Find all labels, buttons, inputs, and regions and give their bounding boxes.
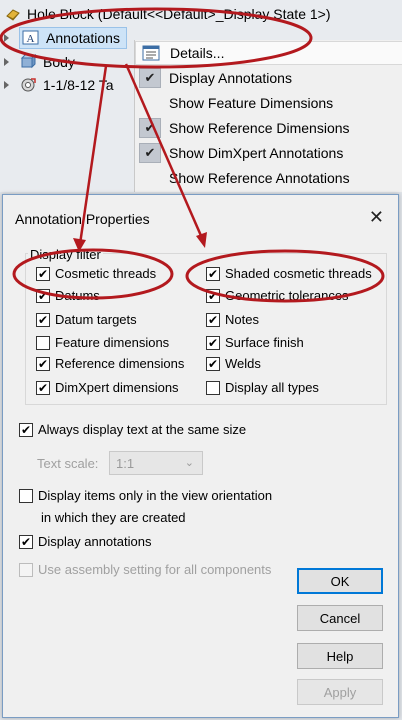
- tree-item-label: Body: [43, 54, 75, 70]
- checkbox-feature-dimensions[interactable]: Feature dimensions: [36, 335, 169, 350]
- checkbox-box[interactable]: ✔: [36, 312, 50, 327]
- tree-item-tap-hole[interactable]: 1-1/8-12 Ta: [4, 74, 114, 96]
- text-scale-select[interactable]: 1:1 ⌄: [109, 451, 203, 475]
- chevron-down-icon: ⌄: [184, 457, 194, 469]
- checkbox-label: Reference dimensions: [55, 356, 185, 371]
- apply-button[interactable]: Apply: [297, 679, 383, 705]
- checkbox-always-same-size[interactable]: ✔ Always display text at the same size: [19, 422, 246, 437]
- menu-item-show-feature-dimensions[interactable]: Show Feature Dimensions: [135, 91, 402, 115]
- checkbox-label: Surface finish: [225, 335, 304, 350]
- checkbox-view-orientation[interactable]: Display items only in the view orientati…: [19, 488, 272, 503]
- checkbox-box[interactable]: ✔: [19, 422, 33, 437]
- checkbox-box[interactable]: ✔: [36, 266, 50, 281]
- checkbox-box[interactable]: [19, 562, 33, 577]
- checkbox-shaded-cosmetic-threads[interactable]: ✔ Shaded cosmetic threads: [206, 266, 372, 281]
- menu-item-show-reference-dimensions[interactable]: ✔ Show Reference Dimensions: [135, 116, 402, 140]
- menu-item-display-annotations[interactable]: ✔ Display Annotations: [135, 66, 402, 90]
- checkbox-box[interactable]: ✔: [36, 380, 50, 395]
- checkbox-label: Feature dimensions: [55, 335, 170, 350]
- checkbox-view-orientation-line2: in which they are created: [41, 510, 186, 525]
- checkbox-box[interactable]: ✔: [206, 288, 220, 303]
- checkbox-notes[interactable]: ✔ Notes: [206, 312, 259, 327]
- tree-item-annotations-selected[interactable]: A Annotations: [19, 27, 127, 49]
- checkbox-label: Datum targets: [55, 312, 137, 327]
- menu-item-label: Show Feature Dimensions: [169, 95, 334, 111]
- menu-item-show-dimxpert-annotations[interactable]: ✔ Show DimXpert Annotations: [135, 141, 402, 165]
- annotation-properties-dialog: Annotation Properties ✕ Display filter ✔…: [2, 194, 399, 718]
- tree-item-annotations[interactable]: A Annotations: [4, 27, 127, 49]
- checkbox-datum-targets[interactable]: ✔ Datum targets: [36, 312, 137, 327]
- checkmark-icon: ✔: [139, 143, 161, 163]
- cancel-button[interactable]: Cancel: [297, 605, 383, 631]
- text-scale-label: Text scale:: [37, 456, 99, 471]
- display-filter-group: Display filter ✔ Cosmetic threads ✔ Datu…: [25, 247, 387, 405]
- checkbox-assembly-setting[interactable]: Use assembly setting for all components: [19, 562, 271, 577]
- part-icon: [4, 5, 22, 23]
- dialog-title: Annotation Properties: [15, 211, 150, 227]
- checkbox-box[interactable]: ✔: [36, 288, 50, 303]
- menu-item-details[interactable]: Details...: [135, 41, 402, 65]
- tree-title-row[interactable]: Hole Block (Default<<Default>_Display St…: [4, 4, 331, 24]
- checkbox-datums[interactable]: ✔ Datums: [36, 288, 100, 303]
- checkbox-label: Cosmetic threads: [55, 266, 157, 281]
- checkbox-label: Display items only in the view orientati…: [38, 488, 273, 503]
- checkbox-label: Geometric tolerances: [225, 288, 349, 303]
- checkbox-box[interactable]: ✔: [36, 356, 50, 371]
- checkbox-box[interactable]: [36, 335, 50, 350]
- checkbox-label: Notes: [225, 312, 259, 327]
- tree-item-body[interactable]: Body: [4, 51, 75, 73]
- close-icon[interactable]: ✕: [369, 207, 384, 228]
- checkbox-geometric-tolerances[interactable]: ✔ Geometric tolerances: [206, 288, 349, 303]
- menu-item-label: Show DimXpert Annotations: [169, 145, 344, 161]
- checkbox-label: Always display text at the same size: [38, 422, 247, 437]
- tree-title: Hole Block (Default<<Default>_Display St…: [27, 6, 331, 22]
- svg-text:A: A: [27, 33, 35, 45]
- checkbox-dimxpert-dimensions[interactable]: ✔ DimXpert dimensions: [36, 380, 179, 395]
- checkbox-box[interactable]: ✔: [19, 534, 33, 549]
- checkbox-display-all-types[interactable]: Display all types: [206, 380, 319, 395]
- checkbox-label: Datums: [55, 288, 100, 303]
- tree-item-label: Annotations: [46, 30, 120, 46]
- checkbox-reference-dimensions[interactable]: ✔ Reference dimensions: [36, 356, 184, 371]
- checkbox-label: DimXpert dimensions: [55, 380, 179, 395]
- expand-arrow-icon[interactable]: [4, 58, 9, 66]
- checkbox-label: Welds: [225, 356, 261, 371]
- checkbox-label: Display all types: [225, 380, 319, 395]
- checkbox-box[interactable]: ✔: [206, 312, 220, 327]
- checkbox-label: Use assembly setting for all components: [38, 562, 272, 577]
- menu-item-label: Display Annotations: [169, 70, 292, 86]
- checkbox-surface-finish[interactable]: ✔ Surface finish: [206, 335, 304, 350]
- checkbox-box[interactable]: [206, 380, 220, 395]
- details-icon: [136, 41, 166, 65]
- text-scale-value: 1:1: [116, 455, 135, 471]
- checkbox-box[interactable]: ✔: [206, 266, 220, 281]
- checkbox-cosmetic-threads[interactable]: ✔ Cosmetic threads: [36, 266, 156, 281]
- group-title: Display filter: [28, 247, 103, 262]
- expand-arrow-icon[interactable]: [4, 34, 9, 42]
- checkbox-display-annotations[interactable]: ✔ Display annotations: [19, 534, 151, 549]
- body-icon: [19, 53, 37, 71]
- checkbox-box[interactable]: ✔: [206, 356, 220, 371]
- ok-button[interactable]: OK: [297, 568, 383, 594]
- checkbox-welds[interactable]: ✔ Welds: [206, 356, 261, 371]
- checkbox-label: Display annotations: [38, 534, 152, 549]
- expand-arrow-icon[interactable]: [4, 81, 9, 89]
- checkmark-icon: ✔: [139, 118, 161, 138]
- checkmark-icon: ✔: [139, 68, 161, 88]
- checkbox-box[interactable]: [19, 488, 33, 503]
- tap-hole-icon: [19, 76, 37, 94]
- menu-item-label: Show Reference Dimensions: [169, 120, 350, 136]
- checkbox-label: Shaded cosmetic threads: [225, 266, 372, 281]
- help-button[interactable]: Help: [297, 643, 383, 669]
- checkbox-box[interactable]: ✔: [206, 335, 220, 350]
- menu-item-label: Details...: [170, 45, 225, 61]
- context-menu: Details... ✔ Display Annotations Show Fe…: [134, 40, 402, 192]
- menu-item-show-reference-annotations[interactable]: Show Reference Annotations: [135, 166, 402, 190]
- annotations-icon: A: [22, 29, 40, 47]
- tree-item-label: 1-1/8-12 Ta: [43, 77, 114, 93]
- menu-item-label: Show Reference Annotations: [169, 170, 350, 186]
